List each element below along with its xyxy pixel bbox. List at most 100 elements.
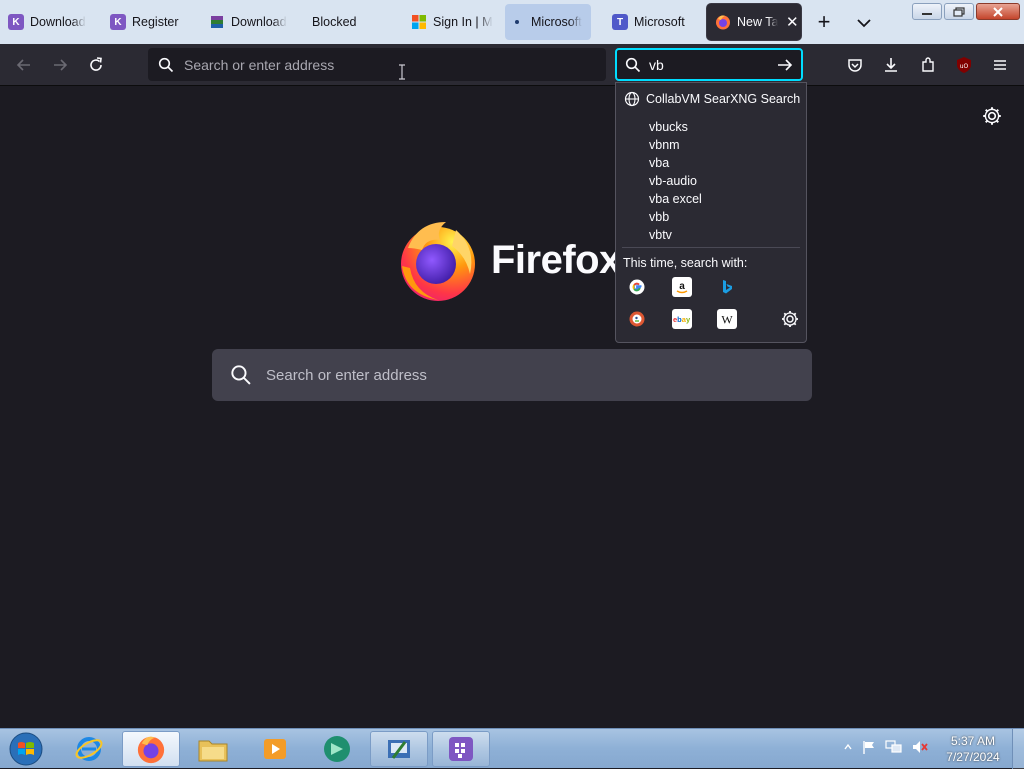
- forward-button[interactable]: [48, 53, 72, 77]
- address-bar[interactable]: Search or enter address: [148, 48, 606, 81]
- new-tab-button[interactable]: +: [812, 11, 836, 35]
- bing-engine-button[interactable]: [717, 277, 737, 297]
- network-icon[interactable]: [885, 739, 903, 755]
- tab-label: Blocked: [312, 15, 357, 29]
- tab-label: New Tab: [737, 15, 778, 29]
- bing-icon: [723, 280, 732, 294]
- media-dot-icon: [509, 14, 525, 30]
- taskbar-firefox[interactable]: [122, 731, 180, 767]
- search-engine-label: CollabVM SearXNG Search: [646, 92, 801, 106]
- pocket-button[interactable]: [843, 53, 867, 77]
- action-center-flag-icon[interactable]: [861, 739, 877, 755]
- suggestion-item[interactable]: vbucks: [649, 120, 688, 134]
- suggestion-item[interactable]: vbb: [649, 210, 669, 224]
- system-tray: [843, 739, 929, 755]
- back-button[interactable]: [12, 53, 36, 77]
- close-window-button[interactable]: [976, 3, 1020, 20]
- google-engine-button[interactable]: [627, 277, 647, 297]
- clock-date: 7/27/2024: [946, 750, 1000, 764]
- search-suggestions-popup: CollabVM SearXNG Search vbucks vbnm vba …: [615, 82, 807, 343]
- amazon-engine-button[interactable]: a: [672, 277, 692, 297]
- tab-microsoft-media[interactable]: Microsoft: [505, 4, 591, 40]
- search-settings-button[interactable]: [780, 309, 800, 329]
- back-arrow-icon: [16, 59, 30, 71]
- taskbar-setup-app[interactable]: [370, 731, 428, 767]
- app-menu-button[interactable]: [988, 53, 1012, 77]
- newtab-search-box[interactable]: Search or enter address: [212, 349, 812, 401]
- show-hidden-icons-icon[interactable]: [843, 739, 853, 755]
- taskbar-app-teal[interactable]: [308, 731, 366, 767]
- newtab-search-placeholder: Search or enter address: [266, 366, 427, 384]
- search-engine-header[interactable]: CollabVM SearXNG Search: [624, 91, 800, 107]
- winrar-icon: [209, 14, 225, 30]
- google-icon: [629, 279, 645, 295]
- gear-icon: [782, 311, 798, 327]
- close-tab-icon[interactable]: ✕: [784, 13, 801, 31]
- forward-arrow-icon: [54, 59, 68, 71]
- taskbar-purple-app[interactable]: [432, 731, 490, 767]
- taskbar-media-player[interactable]: [246, 731, 304, 767]
- reload-button[interactable]: [84, 53, 108, 77]
- kaboom-icon: K: [110, 14, 126, 30]
- firefox-wordmark: Firefox: [491, 238, 621, 282]
- taskbar-file-explorer[interactable]: [184, 731, 242, 767]
- tab-new-tab[interactable]: New Tab ✕: [707, 4, 801, 40]
- suggestion-item[interactable]: vba: [649, 156, 669, 170]
- clock-time: 5:37 AM: [950, 734, 996, 748]
- suggestion-item[interactable]: vba excel: [649, 192, 702, 206]
- taskbar: 5:37 AM 7/27/2024: [0, 728, 1024, 769]
- duckduckgo-engine-button[interactable]: [627, 309, 647, 329]
- tab-label: Microsoft: [531, 15, 582, 29]
- suggestion-item[interactable]: vbtv: [649, 228, 672, 242]
- svg-text:ebay: ebay: [673, 315, 691, 324]
- restore-button[interactable]: [944, 3, 974, 20]
- tab-blocked[interactable]: Blocked: [312, 4, 392, 40]
- search-with-label: This time, search with:: [623, 256, 748, 270]
- wikipedia-icon: W: [721, 313, 733, 327]
- minimize-button[interactable]: [912, 3, 942, 20]
- svg-text:uO: uO: [960, 63, 969, 70]
- search-icon: [231, 365, 251, 385]
- tab-download-1[interactable]: K Download: [8, 4, 90, 40]
- search-go-button[interactable]: [773, 55, 797, 75]
- tab-download-2[interactable]: Download: [209, 4, 291, 40]
- tab-register[interactable]: K Register: [110, 4, 190, 40]
- search-icon: [625, 57, 641, 72]
- search-input[interactable]: vb: [649, 57, 773, 73]
- teams-icon: T: [612, 14, 628, 30]
- installer-icon: [388, 740, 410, 759]
- personalize-newtab-button[interactable]: [981, 105, 1003, 127]
- wikipedia-engine-button[interactable]: W: [717, 309, 737, 329]
- downloads-button[interactable]: [879, 53, 903, 77]
- ublock-button[interactable]: uO: [952, 53, 976, 77]
- globe-icon: [624, 91, 640, 107]
- suggestion-item[interactable]: vb-audio: [649, 174, 697, 188]
- system-clock[interactable]: 5:37 AM 7/27/2024: [938, 733, 1008, 765]
- suggestion-item[interactable]: vbnm: [649, 138, 680, 152]
- tab-label: Register: [132, 15, 179, 29]
- show-desktop-button[interactable]: [1012, 729, 1024, 769]
- volume-muted-icon[interactable]: [911, 739, 929, 755]
- tab-microsoft-teams[interactable]: T Microsoft: [612, 4, 694, 40]
- microsoft-icon: [411, 14, 427, 30]
- amazon-icon: a: [676, 281, 688, 294]
- address-placeholder: Search or enter address: [184, 56, 335, 73]
- ebay-engine-button[interactable]: ebay: [672, 309, 692, 329]
- extensions-button[interactable]: [916, 53, 940, 77]
- ebay-icon: ebay: [673, 315, 691, 324]
- svg-text:a: a: [679, 281, 685, 292]
- text-cursor-icon: [399, 64, 405, 80]
- taskbar-internet-explorer[interactable]: [60, 731, 118, 767]
- pocket-icon: [848, 59, 862, 72]
- download-icon: [885, 58, 897, 72]
- internet-explorer-icon: [75, 737, 103, 761]
- start-button[interactable]: [6, 731, 46, 767]
- tab-sign-in[interactable]: Sign In | M: [411, 4, 493, 40]
- tab-label: Microsoft: [634, 15, 685, 29]
- firefox-icon: [137, 736, 165, 764]
- search-bar[interactable]: vb: [615, 48, 803, 81]
- firefox-logo-icon: [396, 218, 480, 302]
- list-all-tabs-button[interactable]: [852, 12, 876, 34]
- gear-icon: [983, 107, 1001, 125]
- restore-icon: [953, 6, 965, 17]
